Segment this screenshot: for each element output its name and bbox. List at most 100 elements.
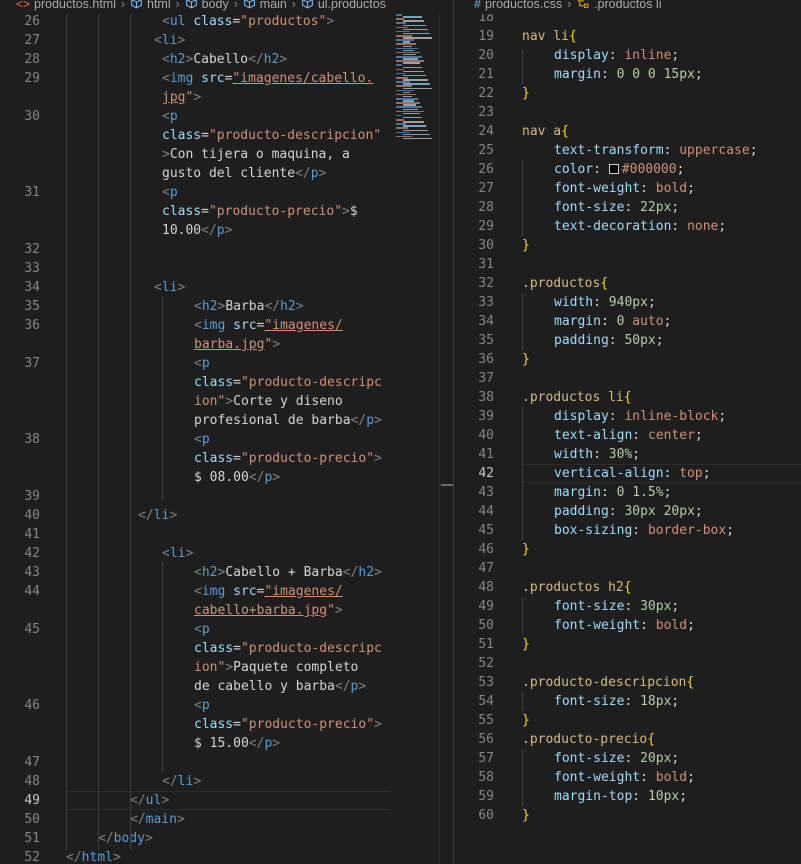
code-line[interactable]: 29 <img src="imagenes/cabello. [0,69,453,88]
code-line[interactable]: 56 .producto-precio{ [454,730,801,749]
code-line[interactable]: 32 [0,240,453,259]
code-line[interactable]: 53 .producto-descripcion{ [454,673,801,692]
code-line[interactable]: 26 <ul class="productos"> [0,12,453,31]
code-line[interactable]: 41 width: 30%; [454,445,801,464]
code-line[interactable]: 50 font-weight: bold; [454,616,801,635]
code-line[interactable]: 39 display: inline-block; [454,407,801,426]
breadcrumb-item[interactable]: body [185,0,229,12]
code-line[interactable]: 46} [454,540,801,559]
css-editor-pane[interactable]: # productos.css › .productos li 18 19 nav li{… [454,0,801,864]
code-line[interactable]: 28 <h2>Cabello</h2> [0,50,453,69]
code-line[interactable]: 22} [454,84,801,103]
code-line[interactable]: 25 text-transform: uppercase; [454,141,801,160]
code-line[interactable]: 10.00</p> [0,221,453,240]
code-line[interactable]: 19 nav li{ [454,27,801,46]
code-line[interactable]: 42 vertical-align: top; [454,464,801,483]
code-line[interactable]: de cabello y barba</p> [0,677,453,696]
code-line[interactable]: 45 <p [0,620,453,639]
code-line[interactable]: 30} [454,236,801,255]
code-line[interactable]: 39 [0,487,453,506]
code-line[interactable]: ion">Paquete completo [0,658,453,677]
code-line[interactable]: 47 [454,559,801,578]
code-line[interactable]: 54 font-size: 18px; [454,692,801,711]
code-line[interactable]: 52 </html> [0,848,453,864]
code-line[interactable]: 42 <li> [0,544,453,563]
code-line[interactable]: 52 [454,654,801,673]
code-line[interactable]: 34 margin: 0 auto; [454,312,801,331]
code-line[interactable]: class="producto-precio">$ [0,202,453,221]
code-line[interactable]: 26 color: #000000; [454,160,801,179]
code-line[interactable]: 20 display: inline; [454,46,801,65]
code-line[interactable]: 36} [454,350,801,369]
code-line[interactable]: 31 <p [0,183,453,202]
code-line[interactable]: 37 <p [0,354,453,373]
code-line[interactable]: 46 <p [0,696,453,715]
code-line[interactable]: 24 nav a{ [454,122,801,141]
code-line[interactable]: 43 <h2>Cabello + Barba</h2> [0,563,453,582]
code-line[interactable]: 32 .productos{ [454,274,801,293]
breadcrumb-item[interactable]: .productos li [576,0,661,12]
code-line[interactable]: class="producto-descripc [0,373,453,392]
code-line[interactable]: $ 08.00</p> [0,468,453,487]
vertical-scrollbar[interactable] [439,14,453,864]
code-line[interactable]: >Con tijera o maquina, a [0,145,453,164]
css-code-area[interactable]: 18 19 nav li{20 display: inline; 21 margin: 0… [454,0,801,864]
code-line[interactable]: 40 text-align: center; [454,426,801,445]
code-line[interactable]: ion">Corte y diseno [0,392,453,411]
breadcrumb-item[interactable]: html [130,0,171,12]
code-line[interactable]: 59 margin-top: 10px; [454,787,801,806]
code-line[interactable]: 49 font-size: 30px; [454,597,801,616]
code-line[interactable]: 31 [454,255,801,274]
code-line[interactable]: class="producto-precio"> [0,715,453,734]
scrollbar-thumb[interactable] [441,484,453,486]
code-line[interactable]: 51} [454,635,801,654]
code-line[interactable]: 40 </li> [0,506,453,525]
code-line[interactable]: 58 font-weight: bold; [454,768,801,787]
code-line[interactable]: class="producto-descripcion" [0,126,453,145]
code-line[interactable]: class="producto-precio"> [0,449,453,468]
code-line[interactable]: 49 </ul> [0,791,453,810]
code-line[interactable]: 23 [454,103,801,122]
code-line[interactable]: 35 <h2>Barba</h2> [0,297,453,316]
breadcrumb-item[interactable]: <> productos.html [16,0,116,11]
code-line[interactable]: 33 width: 940px; [454,293,801,312]
code-line[interactable]: cabello+barba.jpg"> [0,601,453,620]
code-line[interactable]: 38 <p [0,430,453,449]
code-line[interactable]: 47 [0,753,453,772]
code-line[interactable]: 29 text-decoration: none; [454,217,801,236]
code-line[interactable]: 36 <img src="imagenes/ [0,316,453,335]
code-line[interactable]: 33 [0,259,453,278]
code-line[interactable]: 55} [454,711,801,730]
breadcrumb-item[interactable]: ul.productos [301,0,386,12]
code-line[interactable]: $ 15.00</p> [0,734,453,753]
code-line[interactable]: 44 padding: 30px 20px; [454,502,801,521]
code-line[interactable]: 50 </main> [0,810,453,829]
breadcrumb-item[interactable]: # productos.css [474,0,562,11]
code-line[interactable]: barba.jpg"> [0,335,453,354]
breadcrumb-item[interactable]: main [243,0,287,12]
code-line[interactable]: 48 .productos h2{ [454,578,801,597]
code-line[interactable]: gusto del cliente</p> [0,164,453,183]
code-line[interactable]: 30 <p [0,107,453,126]
code-line[interactable]: 41 [0,525,453,544]
code-line[interactable]: profesional de barba</p> [0,411,453,430]
code-line[interactable]: 28 font-size: 22px; [454,198,801,217]
code-line[interactable]: jpg"> [0,88,453,107]
code-line[interactable]: 43 margin: 0 1.5%; [454,483,801,502]
code-line[interactable]: 21 margin: 0 0 0 15px; [454,65,801,84]
code-line[interactable]: 51 </body> [0,829,453,848]
code-line[interactable]: 48 </li> [0,772,453,791]
html-code-area[interactable]: 26 <ul class="productos"> 27 <li> 28 <h2>Cabe… [0,0,453,864]
code-line[interactable]: 45 box-sizing: border-box; [454,521,801,540]
code-line[interactable]: 34 <li> [0,278,453,297]
code-line[interactable]: class="producto-descripc [0,639,453,658]
minimap[interactable] [392,14,438,142]
code-line[interactable]: 27 font-weight: bold; [454,179,801,198]
code-line[interactable]: 44 <img src="imagenes/ [0,582,453,601]
code-line[interactable]: 60} [454,806,801,825]
code-line[interactable]: 57 font-size: 20px; [454,749,801,768]
code-line[interactable]: 27 <li> [0,31,453,50]
code-line[interactable]: 35 padding: 50px; [454,331,801,350]
code-line[interactable]: 37 [454,369,801,388]
code-line[interactable]: 38 .productos li{ [454,388,801,407]
